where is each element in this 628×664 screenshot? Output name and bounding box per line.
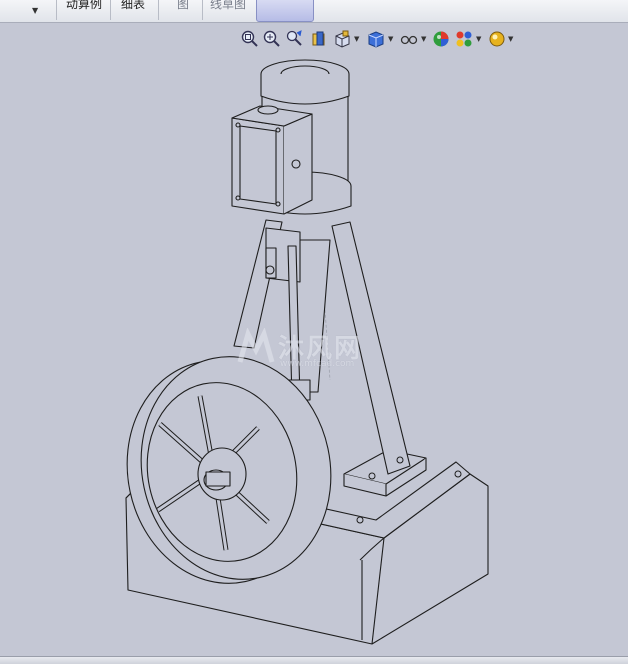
tab-bill-of-materials[interactable]: 细表 [121,0,145,12]
hide-show-items-icon[interactable] [399,29,419,49]
tab-drawing[interactable]: 图 [177,0,189,12]
display-style-icon[interactable] [366,29,386,49]
hide-show-items-menu-arrow[interactable]: ▼ [421,35,426,43]
tab-separator [56,0,57,20]
section-view-icon[interactable] [309,29,329,49]
edit-appearance-icon[interactable] [431,29,451,49]
apply-scene-menu-arrow[interactable]: ▼ [476,35,481,43]
watermark: 沐风网 www.mfcad.com [236,327,396,372]
tab-motion-study[interactable]: 动算例 [66,0,102,12]
watermark-logo-icon [237,327,275,363]
tab-active-highlight[interactable] [256,0,314,22]
view-settings-menu-arrow[interactable]: ▼ [508,35,513,43]
zoom-to-area-icon[interactable] [262,29,282,49]
tab-separator [158,0,159,20]
watermark-subtext: www.mfcad.com [280,359,355,369]
tab-separator [202,0,203,20]
graphics-viewport[interactable]: 沐风网 www.mfcad.com [0,22,628,656]
view-settings-icon[interactable] [487,29,507,49]
tab-sketch[interactable]: 线草图 [210,0,246,12]
display-style-menu-arrow[interactable]: ▼ [388,35,393,43]
view-orientation-icon[interactable] [332,29,352,49]
command-manager-tabs: ▼ 动算例 细表 图 线草图 [0,0,628,23]
zoom-to-fit-icon[interactable] [240,29,260,49]
view-orientation-menu-arrow[interactable]: ▼ [354,35,359,43]
tab-separator [110,0,111,20]
apply-scene-icon[interactable] [454,29,474,49]
previous-view-icon[interactable] [285,29,305,49]
tab-dropdown-arrow-icon[interactable]: ▼ [32,6,38,15]
